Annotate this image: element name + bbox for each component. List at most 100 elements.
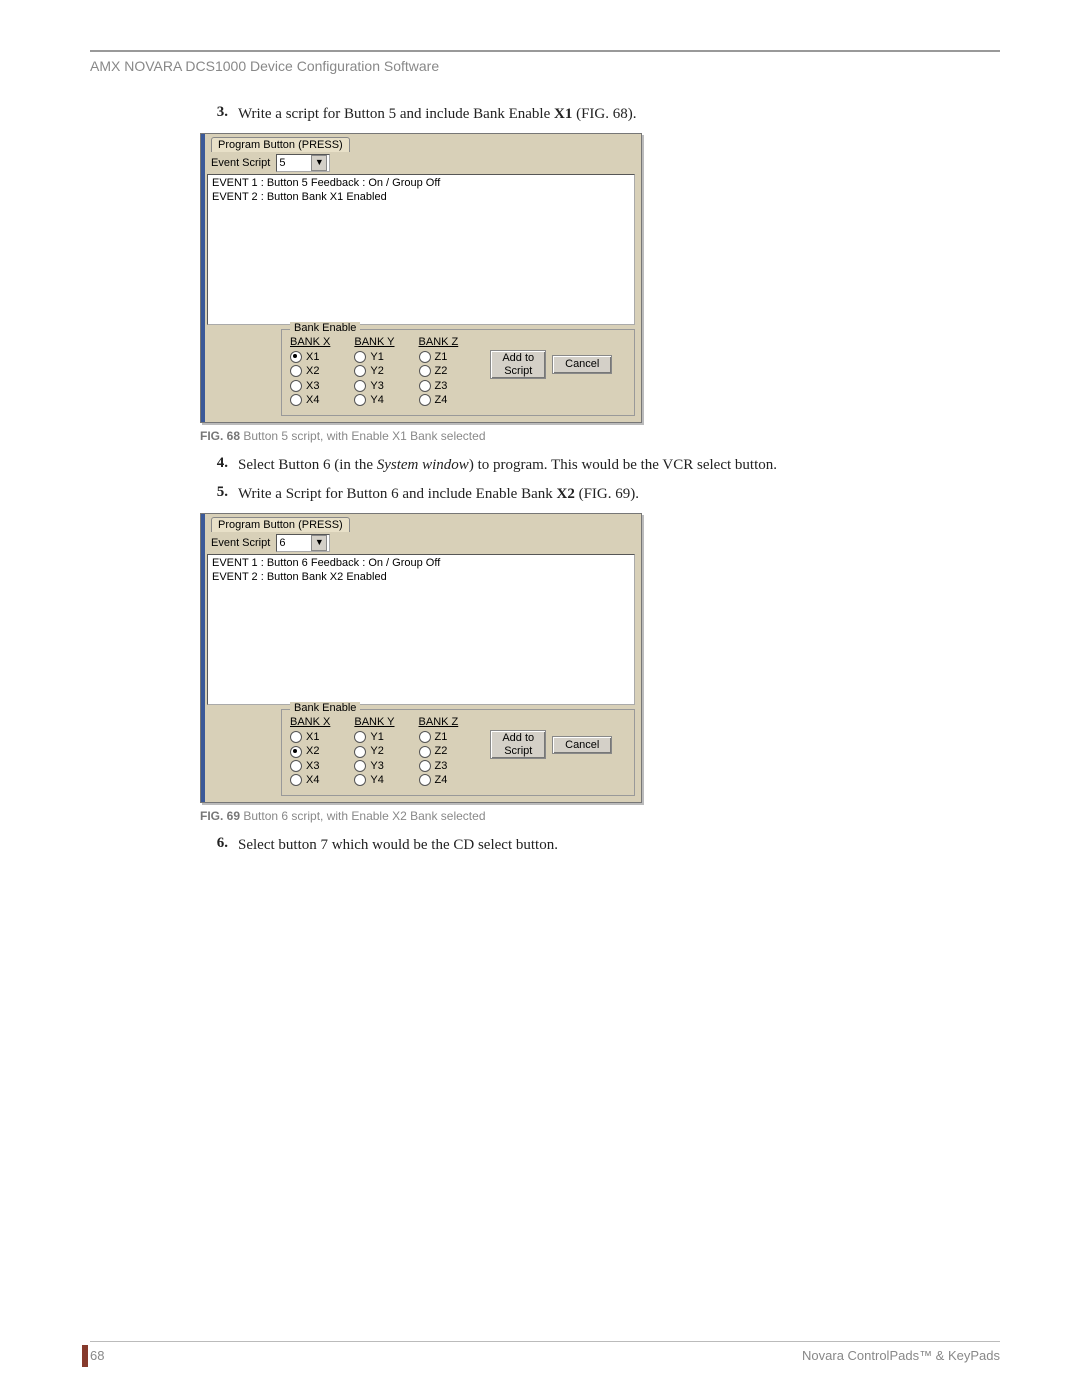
step-text: Write a script for Button 5 and include … [238, 104, 990, 125]
combo-value: 5 [279, 157, 285, 169]
radio-z3[interactable]: Z3 [419, 759, 459, 773]
step-4: 4. Select Button 6 (in the System window… [200, 455, 990, 476]
bank-x-header: BANK X [290, 716, 330, 728]
text: ) to program. This would be the VCR sele… [469, 457, 777, 473]
radio-x2[interactable]: X2 [290, 364, 330, 378]
fig-text: Button 5 script, with Enable X1 Bank sel… [240, 429, 485, 443]
radio-z2[interactable]: Z2 [419, 744, 459, 758]
radio-z1[interactable]: Z1 [419, 730, 459, 744]
event-script-label: Event Script [211, 537, 270, 549]
radio-icon [354, 731, 366, 743]
radio-z3[interactable]: Z3 [419, 379, 459, 393]
bank-enable-group: Bank Enable BANK X X1 X2 X3 X4 BANK Y Y1… [281, 709, 635, 796]
cancel-button[interactable]: Cancel [552, 736, 612, 755]
event-list[interactable]: EVENT 1 : Button 6 Feedback : On / Group… [207, 554, 635, 705]
event-script-select[interactable]: 6 ▼ [276, 534, 330, 552]
radio-label: Y3 [370, 759, 383, 773]
tab-program-button[interactable]: Program Button (PRESS) [211, 137, 350, 152]
step-text: Select button 7 which would be the CD se… [238, 835, 990, 856]
radio-x1[interactable]: X1 [290, 350, 330, 364]
radio-icon [354, 760, 366, 772]
header-title: AMX NOVARA DCS1000 Device Configuration … [90, 58, 1000, 74]
radio-icon [354, 380, 366, 392]
radio-z4[interactable]: Z4 [419, 393, 459, 407]
radio-label: X1 [306, 730, 319, 744]
tab-program-button[interactable]: Program Button (PRESS) [211, 517, 350, 532]
radio-y1[interactable]: Y1 [354, 730, 394, 744]
window-accent-bar [201, 514, 205, 802]
radio-icon [290, 746, 302, 758]
event-row: EVENT 2 : Button Bank X2 Enabled [212, 571, 630, 585]
radio-y2[interactable]: Y2 [354, 364, 394, 378]
header-rule [90, 50, 1000, 52]
radio-icon [354, 394, 366, 406]
add-to-script-button[interactable]: Add to Script [490, 350, 546, 379]
radio-x1[interactable]: X1 [290, 730, 330, 744]
radio-icon [290, 731, 302, 743]
text: (FIG. 68). [572, 106, 636, 122]
combo-value: 6 [279, 537, 285, 549]
fig-text: Button 6 script, with Enable X2 Bank sel… [240, 809, 485, 823]
event-row: EVENT 2 : Button Bank X1 Enabled [212, 191, 630, 205]
radio-x2[interactable]: X2 [290, 744, 330, 758]
radio-icon [419, 394, 431, 406]
text: Write a Script for Button 6 and include … [238, 486, 556, 502]
cancel-button[interactable]: Cancel [552, 355, 612, 374]
radio-label: Y1 [370, 730, 383, 744]
text: (FIG. 69). [575, 486, 639, 502]
radio-icon [354, 365, 366, 377]
step-number: 6. [200, 835, 238, 856]
event-script-row: Event Script 5 ▼ [201, 152, 641, 174]
radio-label: Y4 [370, 393, 383, 407]
add-to-script-button[interactable]: Add to Script [490, 730, 546, 759]
radio-x3[interactable]: X3 [290, 379, 330, 393]
fig-label: FIG. 69 [200, 809, 240, 823]
radio-y4[interactable]: Y4 [354, 393, 394, 407]
radio-label: Z2 [435, 744, 448, 758]
radio-icon [290, 760, 302, 772]
radio-icon [419, 746, 431, 758]
bank-enable-legend: Bank Enable [290, 322, 360, 334]
event-script-label: Event Script [211, 157, 270, 169]
radio-label: Z3 [435, 379, 448, 393]
event-script-select[interactable]: 5 ▼ [276, 154, 330, 172]
radio-icon [354, 351, 366, 363]
footer-accent-bar [82, 1345, 88, 1367]
bank-z-header: BANK Z [419, 336, 459, 348]
chevron-down-icon[interactable]: ▼ [311, 155, 327, 171]
radio-y3[interactable]: Y3 [354, 759, 394, 773]
radio-x3[interactable]: X3 [290, 759, 330, 773]
text: Write a script for Button 5 and include … [238, 106, 554, 122]
event-script-row: Event Script 6 ▼ [201, 532, 641, 554]
bank-y-column: BANK Y Y1 Y2 Y3 Y4 [354, 336, 394, 407]
radio-label: Y2 [370, 364, 383, 378]
radio-y4[interactable]: Y4 [354, 773, 394, 787]
text-bold: X2 [556, 486, 574, 502]
radio-x4[interactable]: X4 [290, 773, 330, 787]
bank-y-header: BANK Y [354, 336, 394, 348]
radio-x4[interactable]: X4 [290, 393, 330, 407]
radio-icon [354, 746, 366, 758]
radio-z2[interactable]: Z2 [419, 364, 459, 378]
radio-y2[interactable]: Y2 [354, 744, 394, 758]
radio-y1[interactable]: Y1 [354, 350, 394, 364]
radio-label: X3 [306, 379, 319, 393]
text-bold: X1 [554, 106, 572, 122]
radio-icon [290, 394, 302, 406]
radio-z1[interactable]: Z1 [419, 350, 459, 364]
step-number: 4. [200, 455, 238, 476]
radio-icon [290, 774, 302, 786]
radio-y3[interactable]: Y3 [354, 379, 394, 393]
radio-z4[interactable]: Z4 [419, 773, 459, 787]
bank-enable-legend: Bank Enable [290, 702, 360, 714]
fig-label: FIG. 68 [200, 429, 240, 443]
event-list[interactable]: EVENT 1 : Button 5 Feedback : On / Group… [207, 174, 635, 325]
text-italic: System window [377, 457, 469, 473]
bank-z-column: BANK Z Z1 Z2 Z3 Z4 [419, 716, 459, 787]
window-accent-bar [201, 134, 205, 422]
chevron-down-icon[interactable]: ▼ [311, 535, 327, 551]
radio-label: X1 [306, 350, 319, 364]
radio-label: Z1 [435, 350, 448, 364]
radio-icon [419, 774, 431, 786]
event-row: EVENT 1 : Button 5 Feedback : On / Group… [212, 177, 630, 191]
